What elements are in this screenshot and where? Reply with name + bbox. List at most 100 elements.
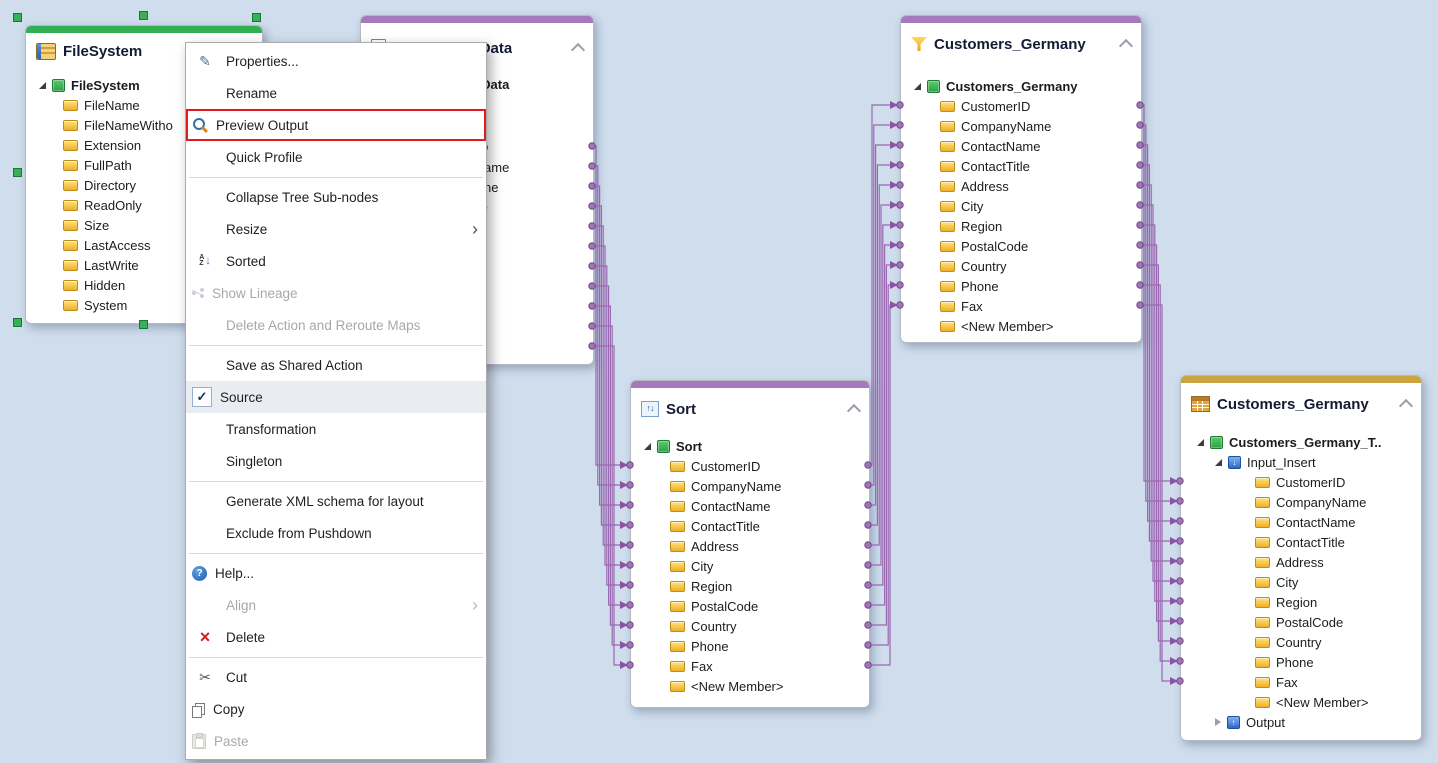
field-row[interactable]: PostalCode bbox=[670, 596, 869, 616]
field-row[interactable]: Region bbox=[670, 576, 869, 596]
field-row[interactable]: CustomerID bbox=[670, 456, 869, 476]
expanded-triangle-icon[interactable] bbox=[39, 82, 46, 89]
selection-handle[interactable] bbox=[13, 318, 22, 327]
expanded-triangle-icon[interactable] bbox=[914, 83, 921, 90]
menu-item-rename[interactable]: Rename bbox=[186, 77, 486, 109]
selection-handle[interactable] bbox=[13, 13, 22, 22]
field-row[interactable]: Region bbox=[940, 216, 1141, 236]
connection-wire bbox=[592, 146, 622, 465]
collapse-chevron-icon[interactable] bbox=[1399, 399, 1413, 413]
selection-handle[interactable] bbox=[13, 168, 22, 177]
node-customers-germany-filter[interactable]: Customers_Germany Customers_Germany Cust… bbox=[900, 15, 1142, 343]
expanded-triangle-icon[interactable] bbox=[1197, 439, 1204, 446]
field-row[interactable]: Phone bbox=[940, 276, 1141, 296]
field-row[interactable]: ContactTitle bbox=[1255, 532, 1421, 552]
menu-item-transformation[interactable]: Transformation bbox=[186, 413, 486, 445]
connection-wire bbox=[868, 165, 892, 525]
tree-root-row[interactable]: Sort bbox=[631, 436, 869, 456]
collapsed-triangle-icon[interactable] bbox=[1215, 718, 1221, 726]
field-row[interactable]: Fax bbox=[1255, 672, 1421, 692]
node-customers-germany-table[interactable]: Customers_Germany Customers_Germany_T.. … bbox=[1180, 375, 1422, 741]
tree-root-row[interactable]: Customers_Germany_T.. bbox=[1181, 432, 1421, 452]
selection-handle[interactable] bbox=[139, 11, 148, 20]
menu-item-sorted[interactable]: Sorted bbox=[186, 245, 486, 277]
field-icon bbox=[940, 221, 955, 232]
connection-wire bbox=[592, 346, 622, 665]
field-row[interactable]: City bbox=[940, 196, 1141, 216]
field-row[interactable]: Address bbox=[940, 176, 1141, 196]
connection-wire bbox=[1140, 105, 1172, 481]
field-row[interactable]: City bbox=[670, 556, 869, 576]
field-row[interactable]: <New Member> bbox=[1255, 692, 1421, 712]
field-row[interactable]: Country bbox=[940, 256, 1141, 276]
record-icon bbox=[52, 79, 65, 92]
arrowhead-icon bbox=[620, 481, 628, 489]
menu-item-preview-output[interactable]: Preview Output bbox=[186, 109, 486, 141]
field-icon bbox=[670, 501, 685, 512]
input-group-row[interactable]: ↓ Input_Insert bbox=[1181, 452, 1421, 472]
menu-item-delete[interactable]: Delete bbox=[186, 621, 486, 653]
field-label: PostalCode bbox=[1276, 615, 1343, 630]
field-row[interactable]: Phone bbox=[1255, 652, 1421, 672]
menu-item-resize[interactable]: Resize› bbox=[186, 213, 486, 245]
field-row[interactable]: <New Member> bbox=[940, 316, 1141, 336]
field-row[interactable]: Address bbox=[670, 536, 869, 556]
field-row[interactable]: Country bbox=[1255, 632, 1421, 652]
field-row[interactable]: ContactTitle bbox=[670, 516, 869, 536]
selection-handle[interactable] bbox=[139, 320, 148, 329]
field-row[interactable]: CompanyName bbox=[1255, 492, 1421, 512]
field-row[interactable]: PostalCode bbox=[1255, 612, 1421, 632]
menu-item-properties[interactable]: Properties... bbox=[186, 45, 486, 77]
field-row[interactable]: Fax bbox=[670, 656, 869, 676]
field-icon bbox=[670, 521, 685, 532]
output-group-row[interactable]: ↑ Output bbox=[1181, 712, 1421, 732]
expanded-triangle-icon[interactable] bbox=[644, 443, 651, 450]
menu-item-help[interactable]: Help... bbox=[186, 557, 486, 589]
field-row[interactable]: Address bbox=[1255, 552, 1421, 572]
delete-icon bbox=[192, 628, 218, 646]
field-row[interactable]: CompanyName bbox=[670, 476, 869, 496]
field-row[interactable]: ContactName bbox=[670, 496, 869, 516]
arrowhead-icon bbox=[890, 201, 898, 209]
arrowhead-icon bbox=[620, 661, 628, 669]
expanded-triangle-icon[interactable] bbox=[1215, 459, 1222, 466]
tree-root-row[interactable]: Customers_Germany bbox=[901, 76, 1141, 96]
collapse-chevron-icon[interactable] bbox=[1119, 39, 1133, 53]
field-row[interactable]: City bbox=[1255, 572, 1421, 592]
field-row[interactable]: CompanyName bbox=[940, 116, 1141, 136]
field-label: Directory bbox=[84, 178, 136, 193]
field-row[interactable]: ContactName bbox=[1255, 512, 1421, 532]
selection-handle[interactable] bbox=[252, 13, 261, 22]
menu-item-source[interactable]: ✓Source bbox=[186, 381, 486, 413]
menu-item-cut[interactable]: Cut bbox=[186, 661, 486, 693]
node-title: Sort bbox=[666, 401, 696, 418]
field-row[interactable]: CustomerID bbox=[1255, 472, 1421, 492]
menu-item-delete-action-and-reroute-maps: Delete Action and Reroute Maps bbox=[186, 309, 486, 341]
field-row[interactable]: <New Member> bbox=[670, 676, 869, 696]
field-icon bbox=[940, 161, 955, 172]
field-row[interactable]: ContactName bbox=[940, 136, 1141, 156]
menu-item-singleton[interactable]: Singleton bbox=[186, 445, 486, 477]
field-row[interactable]: Phone bbox=[670, 636, 869, 656]
dataflow-canvas[interactable]: FileSystem FileSystem FileNameFileNameWi… bbox=[0, 0, 1438, 763]
field-row[interactable]: CustomerID bbox=[940, 96, 1141, 116]
field-icon bbox=[670, 541, 685, 552]
collapse-chevron-icon[interactable] bbox=[571, 43, 585, 57]
field-row[interactable]: ContactTitle bbox=[940, 156, 1141, 176]
menu-item-exclude-from-pushdown[interactable]: Exclude from Pushdown bbox=[186, 517, 486, 549]
menu-item-collapse-tree-sub-nodes[interactable]: Collapse Tree Sub-nodes bbox=[186, 181, 486, 213]
menu-item-save-as-shared-action[interactable]: Save as Shared Action bbox=[186, 349, 486, 381]
field-row[interactable]: Fax bbox=[940, 296, 1141, 316]
menu-item-generate-xml-schema-for-layout[interactable]: Generate XML schema for layout bbox=[186, 485, 486, 517]
arrowhead-icon bbox=[890, 261, 898, 269]
field-row[interactable]: PostalCode bbox=[940, 236, 1141, 256]
collapse-chevron-icon[interactable] bbox=[847, 404, 861, 418]
connection-wire bbox=[592, 286, 622, 605]
arrowhead-icon bbox=[1170, 677, 1178, 685]
menu-item-quick-profile[interactable]: Quick Profile bbox=[186, 141, 486, 173]
field-list: CustomerIDCompanyNameContactNameContactT… bbox=[901, 96, 1141, 336]
field-row[interactable]: Region bbox=[1255, 592, 1421, 612]
menu-item-copy[interactable]: Copy bbox=[186, 693, 486, 725]
node-sort[interactable]: ↑↓ Sort Sort CustomerIDCompanyNameContac… bbox=[630, 380, 870, 708]
field-row[interactable]: Country bbox=[670, 616, 869, 636]
